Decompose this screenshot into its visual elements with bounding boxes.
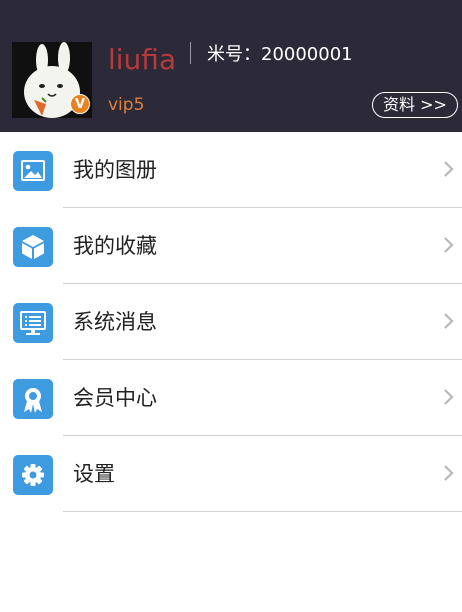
divider [63,511,462,512]
menu-item-settings[interactable]: 设置 [0,436,462,512]
menu-label: 我的图册 [73,158,157,182]
ribbon-icon [13,379,53,419]
vip-level: vip5 [108,95,145,115]
menu-label: 系统消息 [73,310,157,334]
header-divider [190,42,191,64]
profile-button[interactable]: 资料 >> [372,92,458,118]
username: liufia [108,43,177,76]
vip-badge: V [70,94,90,114]
menu-label: 我的收藏 [73,234,157,258]
gear-icon [13,455,53,495]
chevron-right-icon [444,161,454,177]
menu-label: 会员中心 [73,386,157,410]
menu-list: 我的图册 我的收藏 系统消息 会员中心 设置 [0,132,462,512]
image-icon [13,151,53,191]
profile-header: V liufia 米号：20000001 vip5 资料 >> [0,0,462,132]
menu-label: 设置 [73,462,115,486]
chevron-right-icon [444,389,454,405]
menu-item-favorites[interactable]: 我的收藏 [0,208,462,284]
menu-item-messages[interactable]: 系统消息 [0,284,462,360]
box-icon [13,227,53,267]
menu-item-membership[interactable]: 会员中心 [0,360,462,436]
menu-item-album[interactable]: 我的图册 [0,132,462,208]
chevron-right-icon [444,313,454,329]
chevron-right-icon [444,465,454,481]
chevron-right-icon [444,237,454,253]
account-number: 米号：20000001 [207,44,353,65]
monitor-icon [13,303,53,343]
